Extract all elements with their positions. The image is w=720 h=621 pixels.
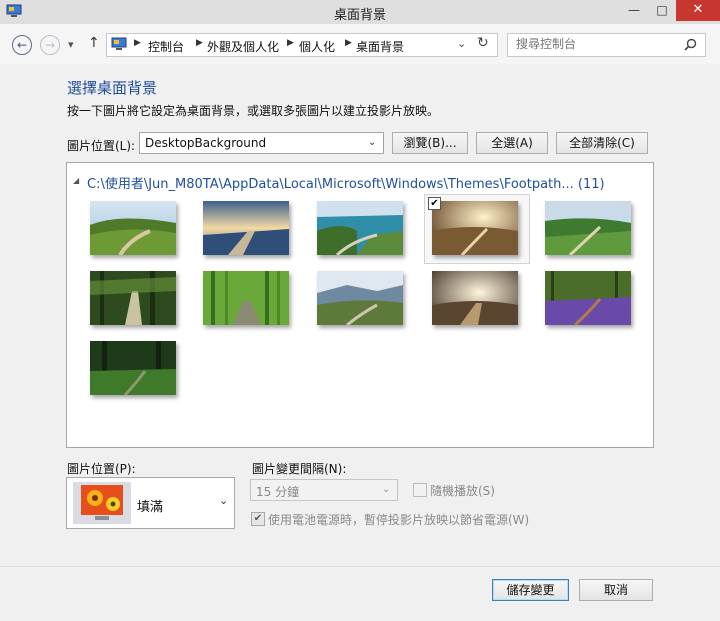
shuffle-label: 隨機播放(S) bbox=[430, 484, 495, 498]
picture-location-label: 圖片位置(L): bbox=[67, 139, 136, 153]
thumbnail-checkbox-checked[interactable]: ✔ bbox=[428, 197, 441, 210]
wallpaper-thumbnail-8[interactable] bbox=[317, 271, 403, 325]
battery-pause-checkbox[interactable]: ✔ bbox=[251, 512, 265, 526]
wallpaper-thumbnail-3[interactable] bbox=[317, 201, 403, 255]
recent-locations-dropdown[interactable]: ▾ bbox=[68, 38, 74, 51]
minimize-button[interactable]: — bbox=[620, 0, 648, 21]
battery-pause-label: 使用電池電源時，暫停投影片放映以節省電源(W) bbox=[268, 513, 530, 527]
wallpaper-thumbnail-1[interactable] bbox=[90, 201, 176, 255]
up-button[interactable]: ↑ bbox=[88, 35, 100, 51]
picture-position-value: 填滿 bbox=[137, 500, 164, 515]
address-dropdown-icon[interactable]: ⌄ bbox=[457, 37, 466, 50]
collapse-triangle-icon[interactable]: ◢ bbox=[73, 176, 79, 185]
page-title: 選擇桌面背景 bbox=[67, 79, 158, 97]
wallpaper-thumbnail-2[interactable] bbox=[203, 201, 289, 255]
cancel-button[interactable]: 取消 bbox=[579, 579, 653, 601]
select-all-button[interactable]: 全選(A) bbox=[476, 132, 548, 154]
search-box[interactable] bbox=[507, 33, 706, 57]
wallpaper-thumbnail-10[interactable] bbox=[545, 271, 631, 325]
address-bar[interactable]: ▶ 控制台 ▶ 外觀及個人化 ▶ 個人化 ▶ 桌面背景 ⌄ ↻ bbox=[106, 33, 498, 57]
forward-button[interactable]: → bbox=[40, 35, 60, 55]
save-changes-button[interactable]: 儲存變更 bbox=[492, 579, 569, 601]
fill-position-preview-icon bbox=[73, 482, 131, 524]
control-panel-icon bbox=[111, 37, 127, 50]
breadcrumb-item-personalization[interactable]: 個人化 bbox=[299, 38, 335, 55]
wallpaper-thumbnail-7[interactable] bbox=[203, 271, 289, 325]
title-bar: 桌面背景 — □ ✕ bbox=[0, 0, 720, 25]
chevron-down-icon: ⌄ bbox=[368, 137, 377, 148]
window-title: 桌面背景 bbox=[333, 8, 386, 23]
interval-label: 圖片變更間隔(N): bbox=[252, 462, 347, 476]
breadcrumb-chevron-icon: ▶ bbox=[196, 38, 203, 48]
picture-gallery[interactable]: ◢ C:\使用者\Jun_M80TA\AppData\Local\Microso… bbox=[66, 162, 654, 448]
refresh-icon[interactable]: ↻ bbox=[477, 35, 489, 51]
breadcrumb-item-control-panel[interactable]: 控制台 bbox=[148, 38, 184, 55]
wallpaper-thumbnail-11[interactable] bbox=[90, 341, 176, 395]
breadcrumb-chevron-icon: ▶ bbox=[287, 38, 294, 48]
browse-button[interactable]: 瀏覽(B)... bbox=[392, 132, 468, 154]
clear-all-button[interactable]: 全部清除(C) bbox=[556, 132, 648, 154]
chevron-down-icon: ⌄ bbox=[382, 484, 391, 495]
interval-select[interactable]: 15 分鐘 ⌄ bbox=[250, 479, 398, 501]
interval-value: 15 分鐘 bbox=[256, 485, 300, 499]
wallpaper-thumbnail-9[interactable] bbox=[432, 271, 518, 325]
wallpaper-thumbnail-4[interactable] bbox=[432, 201, 518, 255]
picture-location-select[interactable]: DesktopBackground ⌄ bbox=[139, 132, 384, 154]
breadcrumb-item-appearance[interactable]: 外觀及個人化 bbox=[207, 38, 279, 55]
picture-position-select[interactable]: 填滿 ⌄ bbox=[66, 477, 235, 529]
back-button[interactable]: ← bbox=[12, 35, 32, 55]
chevron-down-icon: ⌄ bbox=[219, 494, 229, 507]
search-input[interactable] bbox=[516, 37, 676, 51]
breadcrumb-item-desktop-background[interactable]: 桌面背景 bbox=[356, 38, 404, 55]
search-icon[interactable] bbox=[684, 38, 697, 51]
wallpaper-thumbnail-5[interactable] bbox=[545, 201, 631, 255]
breadcrumb-chevron-icon: ▶ bbox=[345, 38, 352, 48]
folder-path-header[interactable]: C:\使用者\Jun_M80TA\AppData\Local\Microsoft… bbox=[87, 173, 605, 192]
close-button[interactable]: ✕ bbox=[676, 0, 720, 21]
instruction-text: 按一下圖片將它設定為桌面背景，或選取多張圖片以建立投影片放映。 bbox=[67, 104, 440, 118]
wallpaper-thumbnail-6[interactable] bbox=[90, 271, 176, 325]
breadcrumb-chevron-icon: ▶ bbox=[134, 38, 141, 48]
shuffle-checkbox[interactable] bbox=[413, 483, 427, 497]
maximize-button[interactable]: □ bbox=[648, 0, 676, 21]
picture-position-label: 圖片位置(P): bbox=[67, 462, 136, 476]
picture-location-value: DesktopBackground bbox=[145, 136, 267, 150]
